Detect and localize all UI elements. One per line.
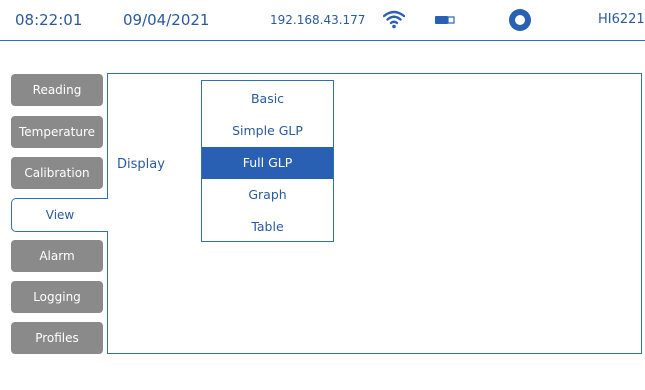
tab-label: Temperature xyxy=(18,125,95,139)
tab-view[interactable]: View xyxy=(11,198,108,232)
clock-time: 08:22:01 xyxy=(15,11,83,29)
device-model: HI6221 xyxy=(598,12,645,27)
tab-label: Profiles xyxy=(35,331,79,345)
clock-date: 09/04/2021 xyxy=(123,11,210,29)
tab-alarm[interactable]: Alarm xyxy=(11,240,103,272)
tab-label: Logging xyxy=(33,290,81,304)
tab-label: Reading xyxy=(32,83,82,97)
tab-label: Calibration xyxy=(24,166,90,180)
display-option-basic[interactable]: Basic xyxy=(202,83,333,115)
wifi-icon xyxy=(383,10,405,29)
status-bar: 08:22:01 09/04/2021 192.168.43.177 HI622… xyxy=(0,0,645,41)
tab-label: View xyxy=(45,208,75,222)
tab-calibration[interactable]: Calibration xyxy=(11,157,103,189)
tab-reading[interactable]: Reading xyxy=(11,74,103,106)
record-icon xyxy=(509,9,531,31)
display-option-full-glp[interactable]: Full GLP xyxy=(202,147,333,179)
tab-logging[interactable]: Logging xyxy=(11,281,103,313)
display-mode-list[interactable]: Basic Simple GLP Full GLP Graph Table xyxy=(201,80,334,242)
tab-temperature[interactable]: Temperature xyxy=(11,116,103,148)
display-option-table[interactable]: Table xyxy=(202,211,333,243)
display-option-graph[interactable]: Graph xyxy=(202,179,333,211)
tab-profiles[interactable]: Profiles xyxy=(11,322,103,354)
display-setting-label: Display xyxy=(117,157,165,172)
tab-label: Alarm xyxy=(39,249,75,263)
display-option-simple-glp[interactable]: Simple GLP xyxy=(202,115,333,147)
view-settings-panel xyxy=(107,73,642,354)
battery-icon xyxy=(435,16,455,24)
ip-address: 192.168.43.177 xyxy=(270,13,366,27)
